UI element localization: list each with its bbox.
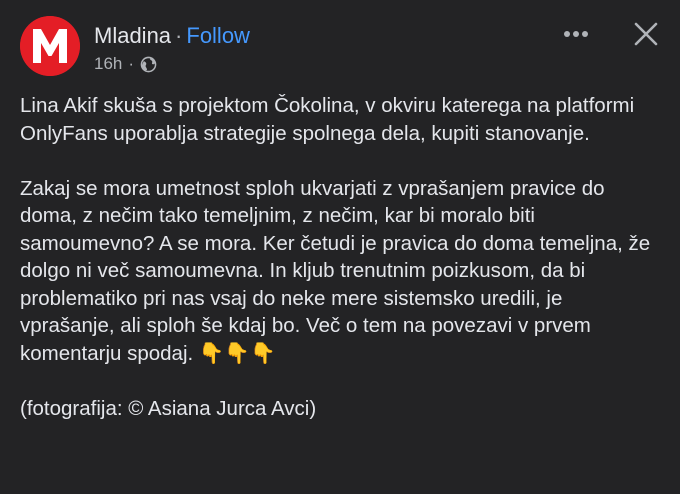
post-header: Mladina · Follow 16h · xyxy=(0,0,680,90)
more-options-button[interactable] xyxy=(556,22,596,46)
meta-separator: · xyxy=(128,54,135,73)
follow-button[interactable]: Follow xyxy=(186,23,250,48)
close-button[interactable] xyxy=(628,16,664,52)
post-time[interactable]: 16h xyxy=(94,54,122,74)
post-text-paragraph: Lina Akif skuša s projektom Čokolina, v … xyxy=(20,94,635,145)
photo-credit: (fotografija: © Asiana Jurca Avci) xyxy=(20,396,317,420)
more-horizontal-icon xyxy=(564,31,588,37)
facebook-post: Mladina · Follow 16h · Lina Akif skuša s… xyxy=(0,0,680,494)
name-row: Mladina · Follow xyxy=(94,22,250,50)
page-avatar[interactable] xyxy=(20,16,80,76)
post-text-paragraph: Zakaj se mora umetnost sploh ukvarjati z… xyxy=(20,176,651,365)
mladina-logo xyxy=(20,16,80,76)
globe-icon xyxy=(140,56,157,73)
name-separator: · xyxy=(175,23,183,48)
close-icon xyxy=(634,22,658,46)
post-meta: 16h · xyxy=(94,54,157,74)
page-name[interactable]: Mladina xyxy=(94,23,171,48)
post-body: Lina Akif skuša s projektom Čokolina, v … xyxy=(20,92,660,422)
